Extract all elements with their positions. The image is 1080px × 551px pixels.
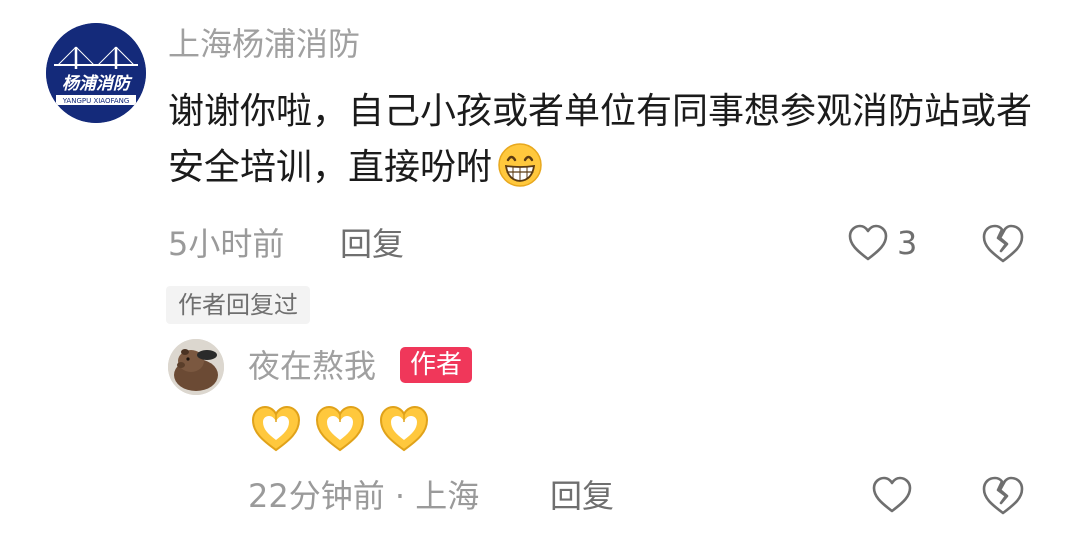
reply-button[interactable]: 回复 [550, 474, 614, 518]
grinning-face-icon [498, 143, 542, 187]
author-badge: 作者 [400, 347, 473, 383]
logo-text: 杨浦消防 [62, 74, 133, 94]
comment-text-body: 谢谢你啦，自己小孩或者单位有同事想参观消防站或者安全培训，直接吩咐 [168, 91, 1033, 188]
dislike-broken-heart-icon[interactable] [979, 220, 1027, 268]
reply-avatar[interactable] [168, 339, 224, 395]
heart-hands-icon [251, 405, 301, 452]
logo-subtext: YANGPU XIAOFANG [62, 97, 130, 105]
reply-author-name[interactable]: 夜在熬我 [248, 344, 376, 388]
comment-author-name[interactable]: 上海杨浦消防 [168, 24, 360, 64]
avatar[interactable]: 杨浦消防 YANGPU XIAOFANG [46, 23, 146, 123]
comment-time: 5小时前 [168, 225, 285, 263]
yangpu-fire-logo-icon: 杨浦消防 YANGPU XIAOFANG [46, 23, 146, 123]
reply-text [248, 400, 432, 456]
comment-text: 谢谢你啦，自己小孩或者单位有同事想参观消防站或者安全培训，直接吩咐 [168, 84, 1048, 196]
reply-button[interactable]: 回复 [340, 222, 404, 266]
like-heart-icon[interactable] [870, 473, 914, 517]
heart-hands-icon [379, 405, 429, 452]
author-replied-tag: 作者回复过 [166, 286, 310, 324]
dislike-broken-heart-icon[interactable] [979, 472, 1027, 520]
capybara-avatar-icon [168, 339, 224, 395]
like-count: 3 [897, 224, 918, 262]
heart-hands-icon [315, 405, 365, 452]
like-heart-icon[interactable] [846, 221, 890, 265]
reply-time-location: 22分钟前 · 上海 [248, 477, 480, 515]
